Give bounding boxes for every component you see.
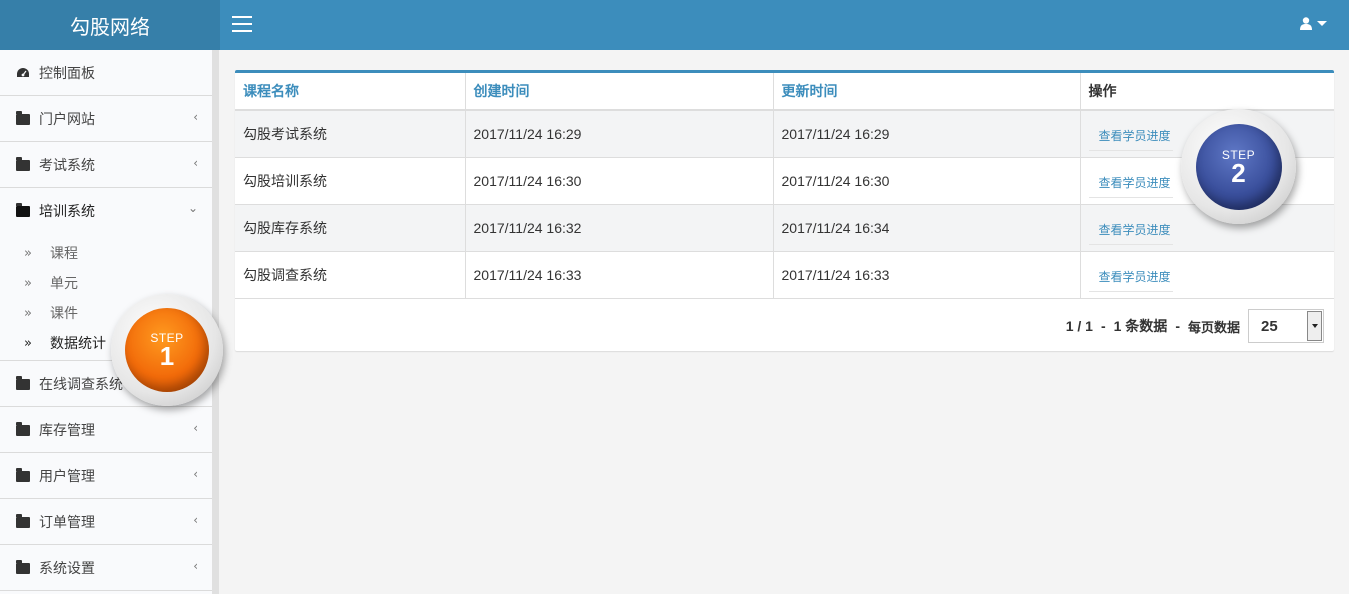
step-1-badge: STEP 1 (111, 294, 223, 406)
folder-icon (16, 156, 30, 171)
sidebar-item-label: 订单管理 (39, 513, 95, 530)
chevron-down-icon: ⌄ (187, 201, 198, 215)
per-page-select[interactable]: 25 (1248, 309, 1324, 343)
table-header-row: 课程名称 创建时间 更新时间 操作 (235, 73, 1334, 111)
sidebar-item-inventory[interactable]: 库存管理 ‹ (0, 407, 212, 453)
view-progress-link[interactable]: 查看学员进度 (1088, 168, 1173, 198)
sidebar-item-label: 系统设置 (39, 559, 95, 576)
cell-course-name: 勾股考试系统 (235, 110, 466, 158)
step-2-number: 2 (1231, 157, 1246, 188)
cell-course-name: 勾股培训系统 (235, 157, 466, 205)
submenu-item-label: 课件 (50, 305, 78, 321)
sidebar-item-settings[interactable]: 系统设置 ‹ (0, 545, 212, 591)
pager-separator: - (1175, 318, 1180, 334)
cell-course-name: 勾股调查系统 (235, 251, 466, 299)
view-progress-link[interactable]: 查看学员进度 (1088, 215, 1173, 245)
sidebar-item-users[interactable]: 用户管理 ‹ (0, 453, 212, 499)
table-row: 勾股调查系统 2017/11/24 16:33 2017/11/24 16:33… (235, 251, 1334, 299)
record-count: 1 条数据 (1113, 318, 1168, 334)
folder-icon (16, 203, 30, 217)
submenu-item-label: 课程 (50, 245, 78, 261)
folder-icon (16, 375, 30, 390)
top-navbar (220, 0, 1349, 50)
sidebar-item-label: 培训系统 (39, 203, 95, 219)
sidebar-item-label: 控制面板 (39, 64, 95, 81)
caret-down-icon (1317, 21, 1327, 26)
sidebar-item-orders[interactable]: 订单管理 ‹ (0, 499, 212, 545)
per-page-value: 25 (1261, 317, 1278, 335)
chevron-left-icon: ‹ (193, 110, 198, 124)
brand-logo[interactable]: 勾股网络 (0, 0, 220, 50)
double-angle-right-icon: » (24, 275, 32, 291)
pagination-info: 1 / 1 - 1 条数据 - 每页数据 25 (1066, 309, 1324, 343)
folder-icon (16, 421, 30, 436)
folder-icon (16, 559, 30, 574)
column-header-created[interactable]: 创建时间 (465, 73, 774, 111)
cell-updated: 2017/11/24 16:29 (773, 110, 1081, 158)
column-header-course-name[interactable]: 课程名称 (235, 73, 466, 111)
submenu-item-course[interactable]: » 课程 (0, 238, 212, 268)
dashboard-icon (17, 67, 29, 77)
step-1-number: 1 (159, 341, 175, 371)
column-header-updated[interactable]: 更新时间 (773, 73, 1081, 111)
submenu-item-label: 数据统计 (50, 335, 106, 351)
submenu-item-label: 单元 (50, 275, 78, 291)
sidebar-item-exam[interactable]: 考试系统 ‹ (0, 142, 212, 188)
folder-icon (16, 110, 30, 125)
view-progress-link[interactable]: 查看学员进度 (1088, 262, 1173, 292)
step-2-badge: STEP 2 (1181, 109, 1296, 224)
cell-created: 2017/11/24 16:33 (465, 251, 774, 299)
sidebar-item-portal[interactable]: 门户网站 ‹ (0, 96, 212, 142)
double-angle-right-icon: » (24, 245, 32, 261)
table-row: 勾股库存系统 2017/11/24 16:32 2017/11/24 16:34… (235, 204, 1334, 252)
cell-action: 查看学员进度 (1080, 251, 1334, 299)
double-angle-right-icon: » (24, 335, 32, 351)
sidebar-item-label: 考试系统 (39, 156, 95, 173)
chevron-left-icon: ‹ (193, 421, 198, 435)
chevron-left-icon: ‹ (193, 156, 198, 170)
folder-icon (16, 467, 30, 482)
chevron-left-icon: ‹ (193, 467, 198, 481)
dropdown-arrow-icon[interactable] (1307, 311, 1322, 341)
cell-created: 2017/11/24 16:29 (465, 110, 774, 158)
chevron-left-icon: ‹ (193, 513, 198, 527)
cell-created: 2017/11/24 16:32 (465, 204, 774, 252)
sidebar-item-label: 门户网站 (39, 110, 95, 127)
user-icon (1300, 17, 1312, 30)
double-angle-right-icon: » (24, 305, 32, 321)
brand-name: 勾股网络 (70, 16, 150, 39)
pager-separator: - (1100, 318, 1106, 334)
sidebar-item-training[interactable]: 培训系统 ⌄ (0, 188, 212, 234)
table-row: 勾股培训系统 2017/11/24 16:30 2017/11/24 16:30… (235, 157, 1334, 205)
cell-updated: 2017/11/24 16:30 (773, 157, 1081, 205)
sidebar-item-label: 库存管理 (39, 421, 95, 438)
per-page-label: 每页数据 (1187, 319, 1240, 335)
course-table-box: 课程名称 创建时间 更新时间 操作 勾股考试系统 2017/11/24 16:2… (235, 70, 1334, 351)
folder-icon (16, 513, 30, 528)
user-menu[interactable] (1300, 17, 1327, 30)
sidebar-item-dashboard[interactable]: 控制面板 (0, 50, 212, 96)
cell-updated: 2017/11/24 16:33 (773, 251, 1081, 299)
course-table: 课程名称 创建时间 更新时间 操作 勾股考试系统 2017/11/24 16:2… (235, 73, 1334, 299)
cell-course-name: 勾股库存系统 (235, 204, 466, 252)
table-row: 勾股考试系统 2017/11/24 16:29 2017/11/24 16:29… (235, 110, 1334, 158)
column-header-action: 操作 (1080, 73, 1334, 111)
sidebar-item-label: 用户管理 (39, 467, 95, 484)
hamburger-icon[interactable] (232, 16, 252, 32)
submenu-item-unit[interactable]: » 单元 (0, 268, 212, 298)
cell-updated: 2017/11/24 16:34 (773, 204, 1081, 252)
chevron-left-icon: ‹ (193, 559, 198, 573)
sidebar-item-label: 在线调查系统 (39, 375, 123, 392)
page-indicator: 1 / 1 (1065, 318, 1093, 334)
view-progress-link[interactable]: 查看学员进度 (1088, 121, 1173, 151)
cell-created: 2017/11/24 16:30 (465, 157, 774, 205)
